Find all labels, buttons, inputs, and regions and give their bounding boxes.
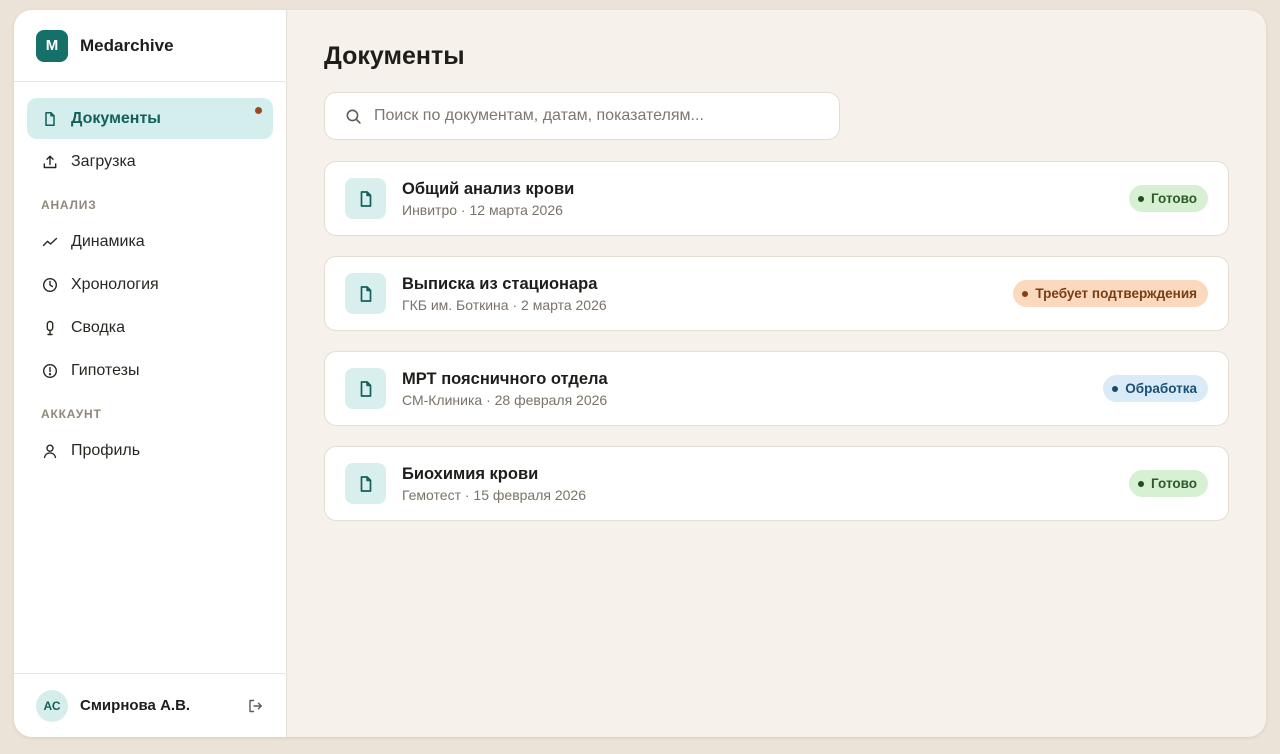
- sidebar-item-profile[interactable]: Профиль: [27, 430, 273, 471]
- main-content: Документы Общий анализ крови Инвитро · 1…: [287, 10, 1266, 737]
- search-box[interactable]: [324, 92, 840, 140]
- sidebar-item-label: Профиль: [71, 441, 141, 459]
- file-icon: [42, 111, 58, 127]
- document-meta: Инвитро · 12 марта 2026: [402, 201, 563, 218]
- sidebar-item-label: Динамика: [71, 232, 145, 250]
- document-card[interactable]: Биохимия крови Гемотест · 15 февраля 202…: [324, 446, 1229, 521]
- status-badge: Требует подтверждения: [1013, 280, 1208, 307]
- sidebar-item-chronology[interactable]: Хронология: [27, 264, 273, 305]
- brand[interactable]: M Medarchive: [14, 10, 286, 82]
- sidebar-item-label: Гипотезы: [71, 361, 140, 379]
- file-icon: [345, 463, 386, 504]
- status-badge: Обработка: [1103, 375, 1208, 402]
- document-card[interactable]: Выписка из стационара ГКБ им. Боткина · …: [324, 256, 1229, 331]
- document-meta: СМ-Клиника · 28 февраля 2026: [402, 391, 608, 408]
- sidebar-item-dynamics[interactable]: Динамика: [27, 221, 273, 262]
- brand-name: Medarchive: [80, 35, 174, 55]
- document-meta: ГКБ им. Боткина · 2 марта 2026: [402, 296, 607, 313]
- search-input[interactable]: [374, 107, 814, 125]
- file-icon: [345, 273, 386, 314]
- sidebar-item-summary[interactable]: Сводка: [27, 307, 273, 348]
- sidebar-item-label: Загрузка: [71, 152, 136, 170]
- status-label: Требует подтверждения: [1035, 286, 1197, 301]
- sidebar-item-upload[interactable]: Загрузка: [27, 141, 273, 182]
- status-dot: [1138, 480, 1145, 487]
- sidebar-nav: Документы Загрузка АНАЛИЗ Динамика Хроно…: [14, 82, 286, 673]
- search-icon: [346, 109, 361, 124]
- status-badge: Готово: [1129, 185, 1208, 212]
- sidebar: M Medarchive Документы Загрузка АНАЛИЗ Д…: [14, 10, 287, 737]
- status-label: Готово: [1151, 476, 1197, 491]
- logout-icon: [249, 699, 262, 712]
- sidebar-item-hypotheses[interactable]: Гипотезы: [27, 350, 273, 391]
- sidebar-footer: АС Смирнова А.В.: [14, 673, 286, 737]
- summary-icon: [42, 320, 58, 336]
- status-label: Готово: [1151, 191, 1197, 206]
- clock-icon: [42, 277, 58, 293]
- sidebar-item-label: Хронология: [71, 275, 159, 293]
- avatar[interactable]: АС: [36, 689, 68, 722]
- app-window: M Medarchive Документы Загрузка АНАЛИЗ Д…: [14, 10, 1266, 737]
- document-card[interactable]: Общий анализ крови Инвитро · 12 марта 20…: [324, 161, 1229, 236]
- status-badge: Готово: [1129, 470, 1208, 497]
- document-list: Общий анализ крови Инвитро · 12 марта 20…: [324, 161, 1230, 521]
- sidebar-item-label: Документы: [71, 109, 161, 127]
- section-label-analysis: АНАЛИЗ: [41, 198, 97, 212]
- page-title: Документы: [324, 42, 465, 70]
- trend-icon: [42, 234, 58, 250]
- document-title: Общий анализ крови: [402, 179, 575, 198]
- document-title: Биохимия крови: [402, 464, 539, 483]
- notification-dot: [255, 107, 262, 114]
- alert-circle-icon: [42, 363, 58, 379]
- file-icon: [345, 178, 386, 219]
- sidebar-item-documents[interactable]: Документы: [27, 98, 273, 139]
- section-label-account: АККАУНТ: [41, 407, 102, 421]
- user-name: Смирнова А.В.: [80, 697, 191, 714]
- status-label: Обработка: [1125, 381, 1197, 396]
- upload-icon: [42, 154, 58, 170]
- document-card[interactable]: МРТ поясничного отдела СМ-Клиника · 28 ф…: [324, 351, 1229, 426]
- document-title: МРТ поясничного отдела: [402, 369, 608, 388]
- document-meta: Гемотест · 15 февраля 2026: [402, 486, 586, 503]
- document-title: Выписка из стационара: [402, 274, 598, 293]
- brand-logo: M: [36, 29, 68, 62]
- status-dot: [1138, 195, 1145, 202]
- logout-button[interactable]: [246, 697, 264, 715]
- file-icon: [345, 368, 386, 409]
- sidebar-item-label: Сводка: [71, 318, 126, 336]
- user-icon: [42, 443, 58, 459]
- status-dot: [1022, 290, 1029, 297]
- status-dot: [1112, 385, 1119, 392]
